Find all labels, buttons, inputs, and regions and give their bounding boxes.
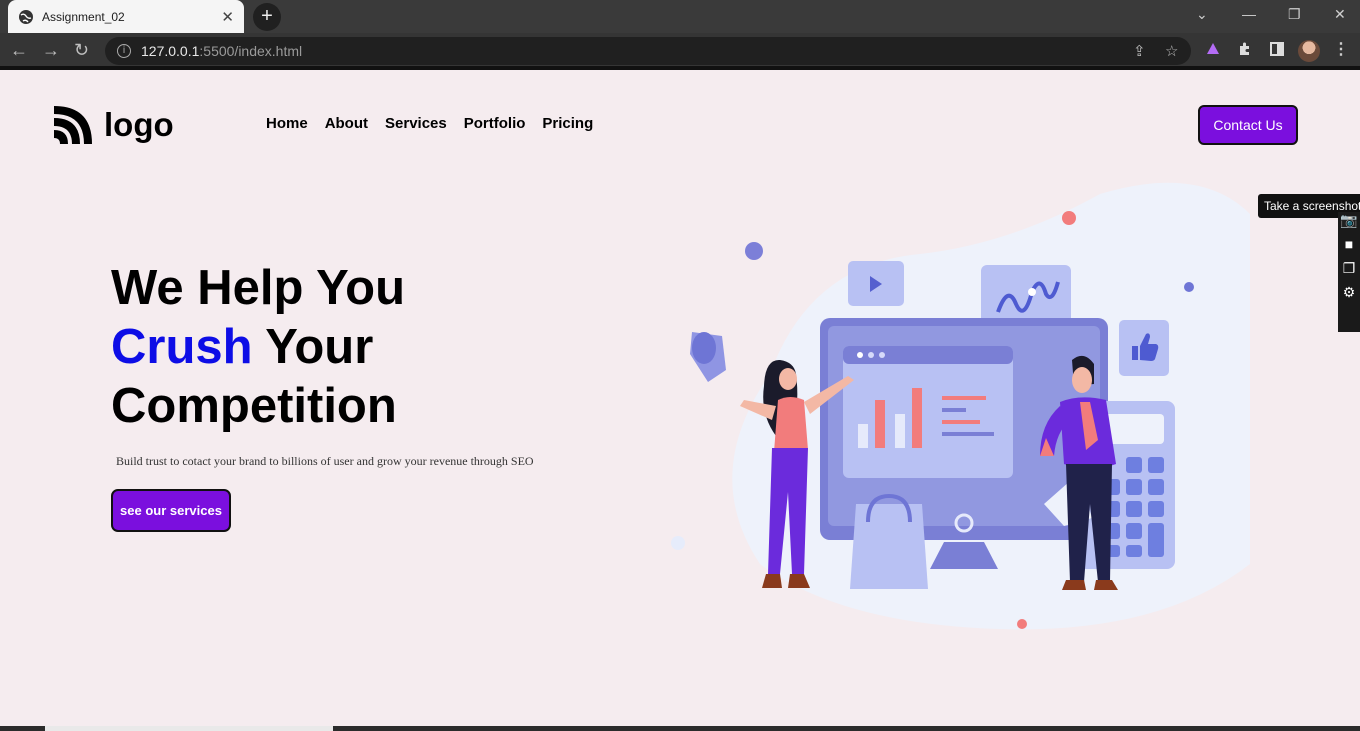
minimize-icon[interactable]: —	[1242, 6, 1256, 22]
tab-title: Assignment_02	[42, 9, 125, 24]
scrollbar-thumb[interactable]	[45, 726, 333, 731]
hero-subtext: Build trust to cotact your brand to bill…	[116, 454, 534, 468]
headline-line-3: Competition	[111, 379, 397, 433]
screenshot-panel: 📷 ■ ❐ ⚙	[1338, 212, 1360, 332]
decor-dot	[1062, 211, 1076, 225]
tab-close-icon[interactable]: ✕	[221, 8, 234, 26]
headline-line-2: Your	[252, 320, 374, 374]
profile-avatar[interactable]	[1298, 40, 1320, 62]
headline-line-1: We Help You	[111, 261, 406, 315]
globe-icon	[19, 9, 33, 24]
nav-home[interactable]: Home	[266, 115, 308, 132]
screen-window	[843, 346, 1013, 478]
contact-us-button[interactable]: Contact Us	[1198, 105, 1298, 145]
decor-dot	[1184, 282, 1194, 292]
browser-toolbar: ← → ↻ i 127.0.0.1 :5500/index.html ⇪ ☆ ⋮	[0, 33, 1360, 70]
logo-text: logo	[104, 106, 174, 143]
nav-about[interactable]: About	[325, 115, 368, 132]
forward-icon[interactable]: →	[42, 40, 60, 61]
extension-gradient-icon[interactable]	[1205, 41, 1221, 57]
site-info-icon[interactable]: i	[117, 44, 131, 58]
address-bar[interactable]: i 127.0.0.1 :5500/index.html ⇪ ☆	[105, 37, 1191, 65]
tab-search-icon[interactable]: ⌄	[1196, 6, 1208, 23]
video-icon[interactable]: ■	[1338, 236, 1360, 260]
nav-portfolio[interactable]: Portfolio	[464, 115, 526, 132]
main-nav: Home About Services Portfolio Pricing	[266, 115, 593, 132]
window-capture-icon[interactable]: ❐	[1338, 260, 1360, 284]
nav-pricing[interactable]: Pricing	[542, 115, 593, 132]
logo-icon	[54, 106, 92, 144]
nav-services[interactable]: Services	[385, 115, 447, 132]
decor-dot	[745, 242, 763, 260]
camera-icon[interactable]: 📷	[1338, 212, 1360, 236]
sidepanel-icon[interactable]	[1269, 41, 1285, 57]
hero-headline: We Help You Crush Your Competition	[111, 259, 405, 436]
browser-tabbar: Assignment_02 ✕ + ⌄ — ❐ ✕	[0, 0, 1360, 33]
headline-accent: Crush	[111, 320, 253, 374]
extensions-puzzle-icon[interactable]	[1237, 41, 1253, 57]
shopping-bag	[850, 504, 928, 589]
url-path: :5500/index.html	[199, 43, 303, 59]
browser-tab[interactable]: Assignment_02 ✕	[8, 0, 244, 33]
reload-icon[interactable]: ↻	[74, 40, 89, 61]
share-icon[interactable]: ⇪	[1133, 42, 1146, 60]
window-close-icon[interactable]: ✕	[1334, 6, 1346, 23]
site-logo[interactable]: logo	[52, 104, 174, 146]
bookmark-star-icon[interactable]: ☆	[1165, 42, 1178, 60]
decor-dot	[1017, 619, 1027, 629]
horizontal-scrollbar[interactable]	[0, 726, 1360, 731]
new-tab-button[interactable]: +	[253, 3, 281, 31]
hero-illustration	[671, 182, 1250, 630]
browser-menu-icon[interactable]: ⋮	[1333, 39, 1349, 59]
back-icon[interactable]: ←	[10, 40, 28, 61]
url-host: 127.0.0.1	[141, 43, 200, 59]
settings-gear-icon[interactable]: ⚙	[1338, 284, 1360, 308]
decor-dot	[671, 536, 685, 550]
restore-icon[interactable]: ❐	[1288, 6, 1301, 23]
web-page: logo Home About Services Portfolio Prici…	[0, 74, 1360, 726]
see-services-button[interactable]: see our services	[111, 489, 231, 532]
